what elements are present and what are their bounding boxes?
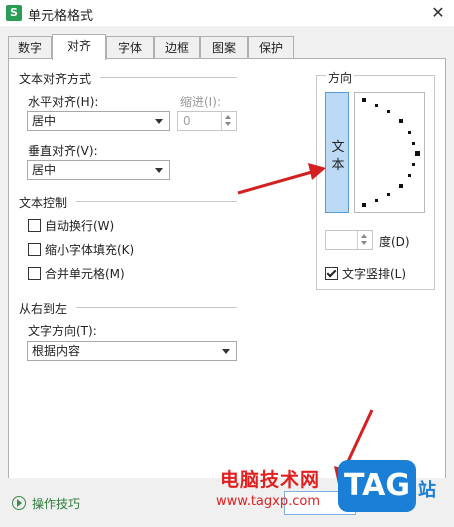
watermark-url: www.tagxp.com	[216, 494, 320, 509]
annotation-arrows	[237, 163, 374, 484]
tab-alignment[interactable]: 对齐	[52, 34, 106, 60]
watermark-site-name: 电脑技术网	[220, 469, 321, 491]
annotation-arrow-head	[308, 163, 326, 180]
annotation-arrow-line	[237, 170, 313, 195]
watermark-suffix: 站	[418, 480, 436, 501]
watermark-logo: TAG	[338, 460, 416, 512]
